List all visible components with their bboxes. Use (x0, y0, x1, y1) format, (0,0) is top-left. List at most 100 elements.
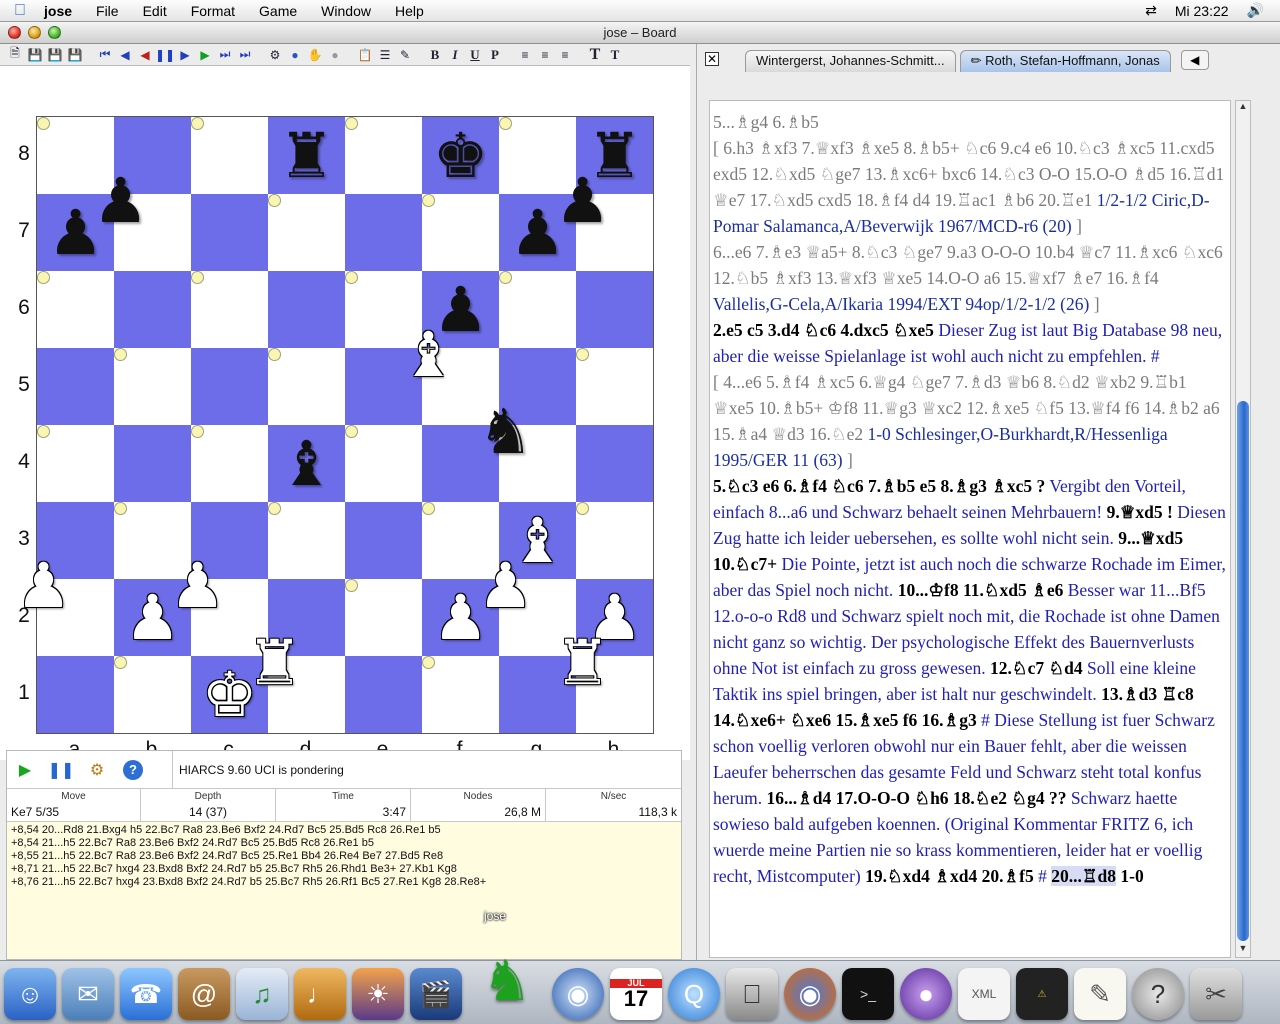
square-g2[interactable]: ♟ (478, 554, 534, 616)
bold-icon[interactable]: B (426, 46, 444, 63)
new-document-icon[interactable]: 🗎 (6, 46, 24, 63)
move-text[interactable]: 9.♕xd5 ! (1107, 502, 1173, 522)
menu-help[interactable]: Help (383, 3, 436, 19)
square-f7[interactable] (422, 194, 435, 207)
square-f8[interactable]: ♚ (422, 117, 499, 194)
square-b3[interactable] (114, 502, 127, 515)
align-center-icon[interactable]: ≡ (536, 46, 554, 63)
square-c4[interactable] (191, 425, 204, 438)
italic-icon[interactable]: I (446, 46, 464, 63)
imovie-dock-icon[interactable]: 🎬 (410, 968, 462, 1020)
ical-dock-icon[interactable]: JUL 17 (610, 968, 662, 1020)
menu-file[interactable]: File (84, 3, 131, 19)
tor-dock-icon[interactable]: ● (900, 968, 952, 1020)
align-right-icon[interactable]: ≡ (556, 46, 574, 63)
square-a6[interactable] (37, 271, 50, 284)
square-c8[interactable] (191, 117, 204, 130)
square-b5[interactable] (114, 348, 127, 361)
square-c7[interactable] (191, 194, 268, 271)
back-move-icon[interactable]: ◀ (136, 46, 154, 63)
font-size-down-icon[interactable]: T (606, 46, 624, 63)
black-pawn-icon[interactable]: ♟ (555, 169, 611, 232)
square-h4[interactable] (576, 425, 653, 502)
square-b6[interactable] (114, 271, 191, 348)
move-text[interactable]: 16...♗d4 17.O-O-O ♘h6 18.♘e2 ♘g4 ?? (766, 788, 1066, 808)
align-left-icon[interactable]: ≡ (516, 46, 534, 63)
square-h1[interactable]: ♜ (555, 631, 611, 693)
apple-menu-icon[interactable]:  (0, 2, 40, 20)
text-edit-dock-icon[interactable]: ✎ (1074, 968, 1126, 1020)
engine-help-icon[interactable]: ? (123, 759, 143, 780)
square-a4[interactable] (37, 425, 50, 438)
black-rook-icon[interactable]: ♜ (279, 124, 335, 187)
square-b7[interactable]: ♟ (93, 169, 149, 231)
pause-engine-icon[interactable]: ❚❚ (48, 760, 75, 780)
white-pawn-icon[interactable]: ♟ (170, 554, 226, 617)
square-f3[interactable] (422, 502, 435, 515)
next-move-icon[interactable]: ⏭ (216, 46, 234, 63)
move-text[interactable]: 19.♘xd4 ♗xd4 20.♗f5 (865, 866, 1034, 886)
quicktime-dock-icon[interactable]: Q (668, 968, 720, 1020)
square-e1[interactable] (345, 656, 422, 733)
close-tab-icon[interactable]: ✕ (705, 52, 719, 66)
utilities-dock-icon[interactable]: ✂ (1190, 968, 1242, 1020)
tab-game-1[interactable]: Wintergerst, Johannes-Schmitt... (745, 50, 956, 72)
menubar-clock[interactable]: Mi 23:22 (1175, 3, 1229, 19)
square-g8[interactable] (499, 117, 512, 130)
square-e8[interactable] (345, 117, 358, 130)
menu-edit[interactable]: Edit (131, 3, 179, 19)
white-rook-icon[interactable]: ♜ (555, 631, 611, 694)
address-book-dock-icon[interactable]: @ (178, 968, 230, 1020)
menu-game[interactable]: Game (247, 3, 309, 19)
jose-chess-dock-icon[interactable]: ♞ (468, 942, 546, 1020)
ichat-dock-icon[interactable]: ☎ (120, 968, 172, 1020)
first-move-icon[interactable]: ⏮ (96, 46, 114, 63)
system-preferences-dock-icon[interactable]:  (726, 968, 778, 1020)
minimize-window-button[interactable] (28, 26, 41, 39)
console-dock-icon[interactable]: ⚠ (1016, 968, 1068, 1020)
black-knight-icon[interactable]: ♞ (478, 400, 534, 463)
save-all-icon[interactable]: 💾 (66, 46, 84, 63)
square-g4[interactable]: ♞ (478, 400, 534, 462)
square-e2[interactable] (345, 579, 358, 592)
menu-format[interactable]: Format (179, 3, 247, 19)
mail-dock-icon[interactable]: ✉ (62, 968, 114, 1020)
white-pawn-icon[interactable]: ♟ (478, 554, 534, 617)
move-text[interactable]: 10...♔f8 11.♘xd5 ♗e6 (898, 580, 1064, 600)
square-a1[interactable] (37, 656, 114, 733)
square-d6[interactable] (268, 271, 345, 348)
app-menu[interactable]: jose (40, 3, 84, 19)
square-h5[interactable] (576, 348, 589, 361)
square-e3[interactable] (345, 502, 422, 579)
menu-window[interactable]: Window (309, 3, 383, 19)
xml-document-dock-icon[interactable]: XML (958, 968, 1010, 1020)
square-a8[interactable] (37, 117, 50, 130)
engine-settings-gear-icon[interactable]: ⚙ (87, 760, 107, 780)
volume-icon[interactable]: 🔊 (1247, 2, 1264, 19)
black-pawn-icon[interactable]: ♟ (93, 169, 149, 232)
hand-icon[interactable]: ✋ (306, 46, 324, 63)
scroll-up-icon[interactable]: ▲ (1236, 101, 1250, 115)
pause-icon[interactable]: ❚❚ (155, 46, 175, 63)
tab-game-2[interactable]: ✏︎ Roth, Stefan-Hoffmann, Jonas (959, 50, 1171, 72)
edit-list-icon[interactable]: ✎ (396, 46, 414, 63)
square-e6[interactable] (345, 271, 358, 284)
scroll-thumb[interactable] (1237, 401, 1249, 941)
square-b1[interactable] (114, 656, 127, 669)
square-g6[interactable] (499, 271, 512, 284)
square-f1[interactable] (422, 656, 435, 669)
zoom-window-button[interactable] (48, 26, 61, 39)
finder-dock-icon[interactable]: ☺ (4, 968, 56, 1020)
title-bar[interactable]: jose – Board (0, 22, 1280, 44)
play-icon[interactable]: ▶ (196, 46, 214, 63)
forward-move-icon[interactable]: ▶ (176, 46, 194, 63)
game-notation[interactable]: 5...♗g4 6.♗b5 [ 6.h3 ♗xf3 7.♕xf3 ♗xe5 8.… (709, 100, 1231, 958)
square-h6[interactable] (576, 271, 653, 348)
help-dock-icon[interactable]: ? (1132, 968, 1184, 1020)
engine-analysis-lines[interactable]: +8,54 20...Rd8 21.Bxg4 h5 22.Bc7 Ra8 23.… (7, 822, 681, 891)
sync-arrows-icon[interactable]: ⇄ (1145, 2, 1157, 19)
close-window-button[interactable] (8, 26, 21, 39)
square-c5[interactable] (191, 348, 268, 425)
save-as-icon[interactable]: 💾 (46, 46, 64, 63)
white-rook-icon[interactable]: ♜ (247, 631, 303, 694)
